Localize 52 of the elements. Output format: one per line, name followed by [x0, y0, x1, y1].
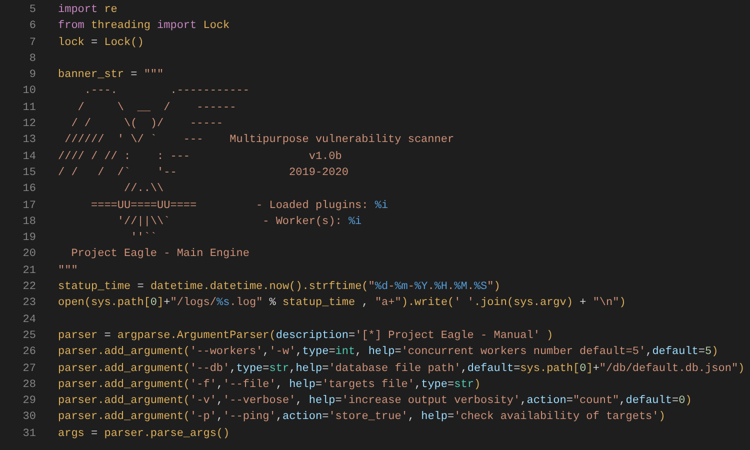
line-number: 28 — [22, 378, 36, 393]
code-line: ====UU====UU==== - Loaded plugins: %i — [90, 198, 388, 214]
code-line: parser.add_argument('--workers','-w',type=int, help='concurrent workers number default=5',default=5) — [58, 345, 718, 360]
code-line: '//||\\` - Worker(s): %i — [116, 214, 362, 230]
line-number: 12 — [22, 117, 36, 132]
line-number: 7 — [28, 36, 36, 51]
line-number: 10 — [22, 84, 36, 100]
line-number: 9 — [28, 68, 36, 84]
code-line: statup_time = datetime.datetime.now().strftime("%d-%m-%Y.%H.%M.%S") — [58, 280, 500, 296]
code-line: import re — [58, 3, 118, 18]
line-number: 16 — [22, 182, 36, 198]
line-number: 5 — [28, 3, 36, 18]
code-line: / \ __ / ------ — [76, 100, 236, 116]
code-line: parser.add_argument('--db',type=str,help='database file path',default=sys.path[0]+"/db/default.db.json") — [58, 362, 745, 377]
line-number: 22 — [22, 280, 36, 296]
line-number: 27 — [22, 362, 36, 377]
line-number: 20 — [22, 247, 36, 262]
line-number: 30 — [22, 410, 36, 426]
line-number: 31 — [22, 426, 36, 442]
line-number: 8 — [28, 52, 36, 67]
line-number: 25 — [22, 328, 36, 344]
line-number: 21 — [22, 264, 36, 279]
line-number: 17 — [22, 198, 36, 214]
code-line: / / / /` '-- 2019-2020 — [58, 166, 348, 181]
code-line: """ — [58, 264, 78, 279]
line-number: 6 — [28, 19, 36, 34]
line-number: 19 — [22, 231, 36, 246]
line-number: 11 — [22, 100, 36, 116]
code-line: ////// ' \/ ` --- Multipurpose vulnerability scanner — [64, 133, 454, 148]
line-number: 15 — [22, 166, 36, 181]
code-line: ''`` — [130, 231, 158, 246]
code-line: open(sys.path[0]+"/logs/%s.log" % statup_time , "a+").write(' '.join(sys.argv) + "\n") — [58, 296, 626, 312]
code-line: parser.add_argument('-f','--file', help='targets file',type=str) — [58, 378, 481, 393]
code-line: parser.add_argument('-p','--ping',action='store_true', help='check availability of targets') — [58, 410, 666, 426]
code-line: lock = Lock() — [58, 36, 144, 51]
code-line: parser.add_argument('-v','--verbose', help='increase output verbosity',action="count",default=0) — [58, 394, 692, 410]
code-line: args = parser.parse_args() — [58, 426, 230, 442]
code-line: / / \( )/ ----- — [70, 117, 224, 132]
code-line: banner_str = """ — [58, 68, 164, 84]
line-number: 13 — [22, 133, 36, 148]
code-line: Project Eagle - Main Engine — [70, 247, 250, 262]
line-number: 26 — [22, 345, 36, 360]
line-number: 24 — [22, 312, 36, 328]
line-number: 29 — [22, 394, 36, 410]
line-number: 14 — [22, 150, 36, 165]
line-number: 18 — [22, 214, 36, 230]
line-number: 23 — [22, 296, 36, 312]
code-line: parser = argparse.ArgumentParser(description='[*] Project Eagle - Manual' ) — [58, 328, 554, 344]
code-line: from threading import Lock — [58, 19, 230, 34]
code-line: //..\\ — [123, 182, 164, 198]
code-line: //// / // : : --- v1.0b — [58, 150, 342, 165]
code-line: .---. .----------- — [83, 84, 250, 100]
